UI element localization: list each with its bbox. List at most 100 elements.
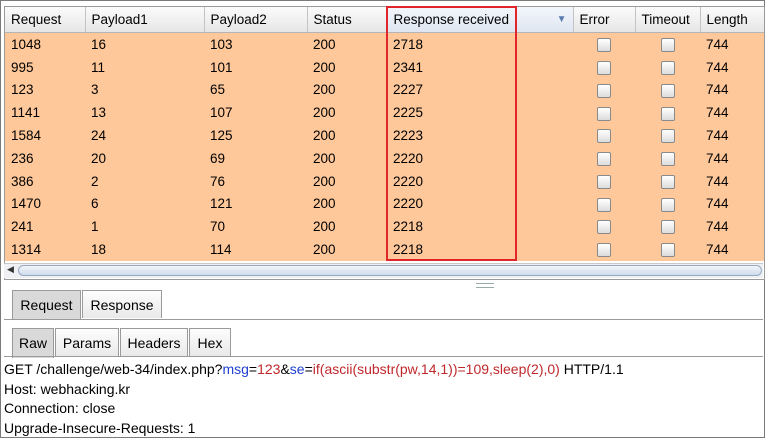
sort-descending-icon: ▼ (556, 14, 567, 25)
tab-request[interactable]: Request (12, 290, 81, 320)
table-row[interactable]: 995 11 101 200 2341 744 (5, 55, 764, 79)
tab-divider (4, 319, 763, 320)
cell-length: 744 (700, 215, 764, 239)
cell-response-received: 2718 (387, 32, 573, 56)
error-checkbox[interactable] (597, 243, 611, 258)
cell-request: 236 (5, 146, 85, 170)
cell-error (573, 238, 635, 261)
timeout-checkbox[interactable] (660, 60, 675, 75)
equals-sign: = (248, 361, 258, 377)
cell-status: 200 (307, 101, 387, 125)
table-row[interactable]: 241 1 70 200 2218 744 (5, 215, 764, 239)
cell-payload1: 18 (85, 238, 204, 261)
tab-response[interactable]: Response (82, 290, 162, 318)
cell-request: 1141 (5, 101, 85, 125)
scrollbar-thumb[interactable] (18, 265, 762, 276)
cell-status: 200 (307, 238, 387, 261)
cell-response-received: 2227 (387, 78, 573, 102)
cell-payload1: 11 (85, 55, 204, 79)
cell-request: 123 (5, 78, 85, 102)
cell-timeout (635, 55, 700, 79)
timeout-checkbox[interactable] (660, 243, 675, 258)
cell-error (573, 101, 635, 125)
error-checkbox[interactable] (597, 60, 611, 75)
error-checkbox[interactable] (597, 106, 611, 121)
cell-payload2: 121 (204, 192, 307, 216)
tab-params[interactable]: Params (55, 328, 119, 356)
table-row[interactable]: 123 3 65 200 2227 744 (5, 78, 764, 102)
column-header-payload1[interactable]: Payload1 (85, 7, 205, 33)
timeout-checkbox[interactable] (660, 83, 675, 98)
table-row[interactable]: 1584 24 125 200 2223 744 (5, 124, 764, 147)
http-version: HTTP/1.1 (559, 361, 624, 377)
tab-raw[interactable]: Raw (12, 328, 54, 358)
timeout-checkbox[interactable] (660, 106, 675, 121)
results-table: Request Payload1 Payload2 Status Respons… (4, 6, 765, 280)
cell-payload1: 6 (85, 192, 204, 216)
cell-timeout (635, 146, 700, 170)
error-checkbox[interactable] (597, 129, 611, 144)
table-row[interactable]: 1141 13 107 200 2225 744 (5, 101, 764, 125)
cell-timeout (635, 238, 700, 261)
error-checkbox[interactable] (597, 220, 611, 235)
timeout-checkbox[interactable] (660, 152, 675, 167)
error-checkbox[interactable] (597, 174, 611, 189)
cell-payload2: 114 (204, 238, 307, 261)
table-row[interactable]: 236 20 69 200 2220 744 (5, 146, 764, 170)
tab-headers[interactable]: Headers (120, 328, 188, 356)
cell-timeout (635, 32, 700, 56)
cell-payload1: 1 (85, 215, 204, 239)
cell-error (573, 124, 635, 147)
cell-length: 744 (700, 78, 764, 102)
timeout-checkbox[interactable] (660, 197, 675, 212)
cell-request: 1048 (5, 32, 85, 56)
ampersand: & (280, 361, 290, 377)
cell-payload1: 20 (85, 146, 204, 170)
table-row[interactable]: 1048 16 103 200 2718 744 (5, 32, 764, 56)
error-checkbox[interactable] (597, 197, 611, 212)
table-row[interactable]: 386 2 76 200 2220 744 (5, 169, 764, 193)
cell-timeout (635, 192, 700, 216)
cell-status: 200 (307, 146, 387, 170)
param-value: if(ascii(substr(pw,14,1))=109,sleep(2),0… (312, 361, 560, 377)
column-header-length[interactable]: Length (700, 7, 764, 33)
pane-splitter[interactable] (4, 280, 763, 288)
timeout-checkbox[interactable] (660, 220, 675, 235)
tab-hex[interactable]: Hex (189, 328, 231, 356)
column-header-timeout[interactable]: Timeout (635, 7, 701, 33)
request-line: GET /challenge/web-34/index.php?msg=123&… (4, 360, 763, 380)
cell-timeout (635, 169, 700, 193)
cell-payload2: 69 (204, 146, 307, 170)
timeout-checkbox[interactable] (660, 129, 675, 144)
scroll-left-icon[interactable]: ◀ (7, 265, 14, 275)
tab-divider (4, 356, 763, 357)
request-line-prefix: GET /challenge/web-34/index.php? (4, 361, 223, 377)
column-header-status[interactable]: Status (307, 7, 388, 33)
column-header-response-received[interactable]: Response received ▼ (387, 7, 574, 33)
timeout-checkbox[interactable] (660, 174, 675, 189)
column-header-payload2[interactable]: Payload2 (204, 7, 308, 33)
param-name: msg (222, 361, 249, 377)
cell-response-received: 2218 (387, 238, 573, 261)
cell-payload1: 2 (85, 169, 204, 193)
cell-status: 200 (307, 169, 387, 193)
timeout-checkbox[interactable] (660, 38, 675, 53)
raw-request-editor[interactable]: GET /challenge/web-34/index.php?msg=123&… (4, 360, 763, 436)
error-checkbox[interactable] (597, 38, 611, 53)
cell-response-received: 2223 (387, 124, 573, 147)
error-checkbox[interactable] (597, 152, 611, 167)
table-row[interactable]: 1470 6 121 200 2220 744 (5, 192, 764, 216)
error-checkbox[interactable] (597, 83, 611, 98)
column-header-error[interactable]: Error (573, 7, 636, 33)
cell-error (573, 146, 635, 170)
cell-error (573, 78, 635, 102)
horizontal-scrollbar[interactable]: ◀ (4, 263, 763, 278)
column-header-request[interactable]: Request (5, 7, 86, 33)
param-name: se (289, 361, 305, 377)
cell-timeout (635, 215, 700, 239)
cell-error (573, 32, 635, 56)
equals-sign: = (304, 361, 313, 377)
splitter-grip-icon[interactable] (476, 283, 494, 288)
cell-response-received: 2225 (387, 101, 573, 125)
table-row[interactable]: 1314 18 114 200 2218 744 (5, 238, 764, 261)
